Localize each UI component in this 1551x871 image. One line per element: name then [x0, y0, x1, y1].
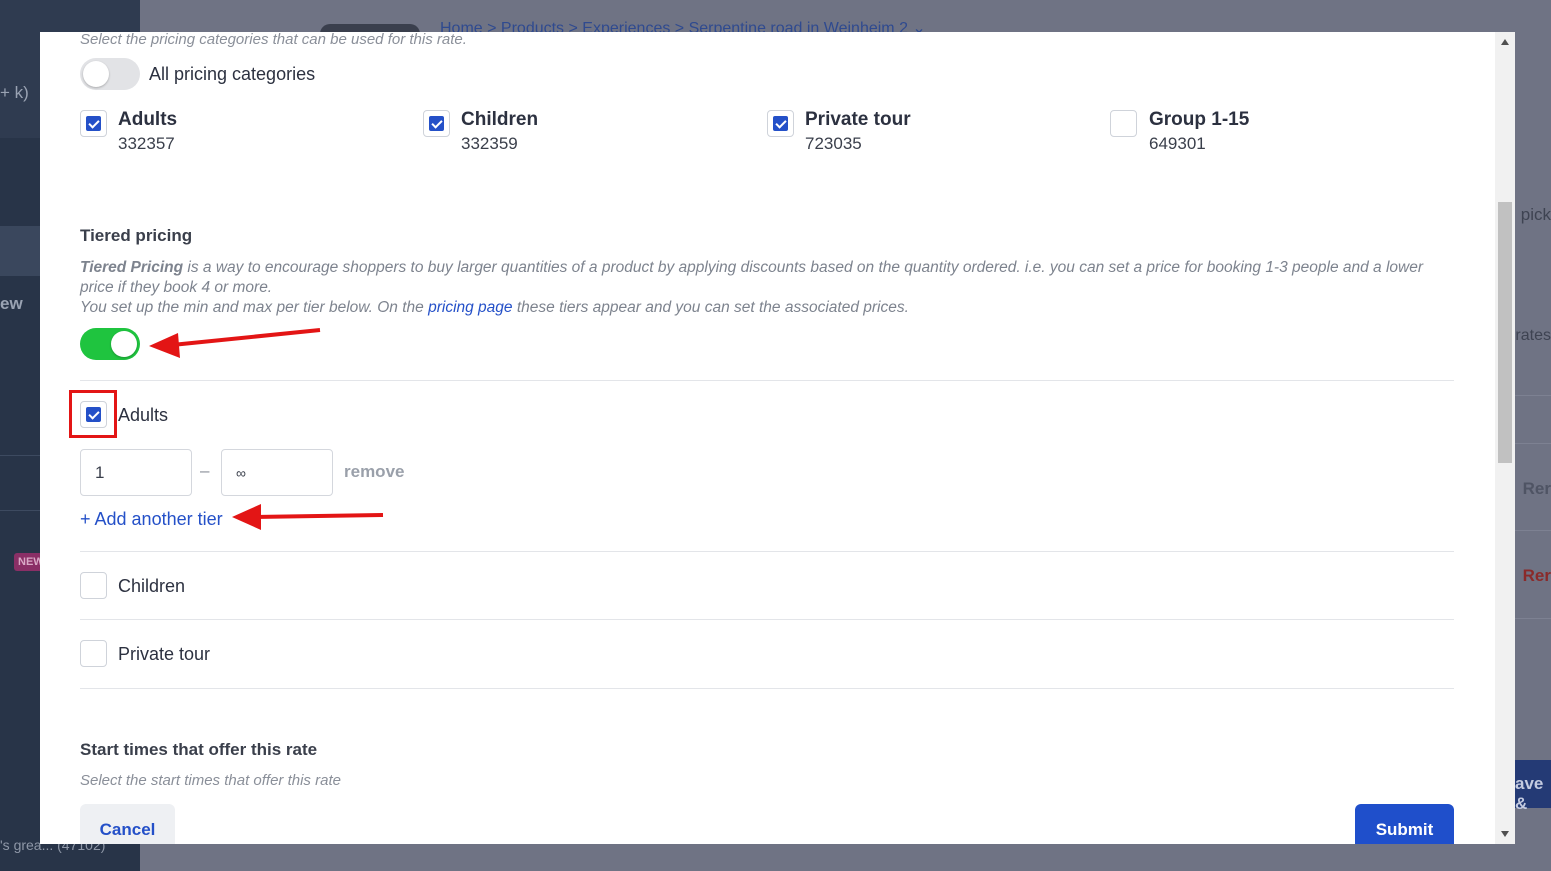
scroll-up-icon[interactable] — [1501, 39, 1509, 45]
annotation-arrows — [149, 328, 384, 530]
divider — [80, 380, 1454, 381]
start-times-hint: Select the start times that offer this r… — [80, 772, 341, 789]
scrollbar-thumb[interactable] — [1498, 202, 1512, 463]
tier-min-input[interactable]: 1 — [80, 449, 192, 496]
bg-divider — [1515, 618, 1551, 619]
check-icon — [773, 116, 788, 131]
category-id: 332357 — [118, 134, 175, 153]
add-another-tier-link[interactable]: + Add another tier — [80, 509, 223, 530]
check-icon — [429, 116, 444, 131]
tiered-pricing-toggle[interactable] — [80, 328, 140, 360]
tiered-pricing-bold: Tiered Pricing — [80, 259, 184, 276]
category-checkbox-children[interactable] — [423, 110, 450, 137]
annotation-highlight-box — [69, 390, 117, 438]
start-times-title: Start times that offer this rate — [80, 740, 318, 759]
all-categories-label: All pricing categories — [149, 64, 316, 84]
pricing-page-link[interactable]: pricing page — [428, 299, 512, 316]
bg-divider — [1515, 530, 1551, 531]
category-name: Children — [461, 109, 539, 130]
desc-line2a: You set up the min and max per tier belo… — [80, 299, 429, 316]
tiered-pricing-description: Tiered Pricing is a way to encourage sho… — [80, 258, 1455, 318]
divider — [80, 688, 1454, 689]
bg-divider — [1515, 443, 1551, 444]
tiered-pricing-title: Tiered pricing — [80, 226, 193, 245]
sidebar-shortcut-text: + k) — [0, 83, 29, 102]
annotation-arrow-toggle — [149, 328, 321, 358]
bg-rates-fragment: rates — [1515, 327, 1551, 344]
tier-range-dash: – — [200, 461, 210, 480]
scroll-down-icon[interactable] — [1501, 831, 1509, 837]
category-checkbox-private-tour[interactable] — [767, 110, 794, 137]
category-id: 332359 — [461, 134, 518, 153]
category-checkbox-group[interactable] — [1110, 110, 1137, 137]
bg-save-button: ave & — [1511, 760, 1551, 813]
sidebar-item-fragment: ew — [0, 294, 23, 313]
category-name: Adults — [118, 109, 178, 130]
tier-max-input[interactable]: ∞ — [221, 449, 333, 496]
submit-button[interactable]: Submit — [1355, 804, 1454, 844]
category-checkbox-adults[interactable] — [80, 110, 107, 137]
tier-checkbox-children[interactable] — [80, 572, 107, 599]
tier-group-label: Children — [118, 576, 186, 596]
bg-pick-fragment: pick — [1520, 205, 1551, 224]
modal-scrollbar[interactable] — [1495, 32, 1515, 844]
bg-divider — [1515, 395, 1551, 396]
pricing-categories-hint: Select the pricing categories that can b… — [80, 32, 467, 48]
tier-group-label: Adults — [118, 405, 169, 425]
category-name: Private tour — [805, 109, 911, 130]
tier-group-label: Private tour — [118, 644, 211, 664]
tier-checkbox-private-tour[interactable] — [80, 640, 107, 667]
category-name: Group 1-15 — [1149, 109, 1250, 130]
category-id: 723035 — [805, 134, 862, 153]
bg-remove-fragment-red: Rer — [1522, 566, 1551, 585]
desc-line1: is a way to encourage shoppers to buy la… — [80, 259, 1424, 296]
remove-tier-link[interactable]: remove — [344, 462, 404, 482]
desc-line2b: these tiers appear and you can set the a… — [512, 299, 909, 316]
rate-modal: Select the pricing categories that can b… — [40, 32, 1515, 844]
annotation-arrow-add-tier — [232, 504, 384, 530]
all-categories-toggle[interactable] — [80, 58, 140, 90]
bg-remove-fragment: Rer — [1522, 479, 1551, 498]
check-icon — [86, 116, 101, 131]
divider — [80, 551, 1454, 552]
modal-content: Select the pricing categories that can b… — [40, 32, 1495, 844]
divider — [80, 619, 1454, 620]
cancel-button[interactable]: Cancel — [80, 804, 175, 844]
toggle-knob — [111, 331, 137, 357]
category-id: 649301 — [1149, 134, 1206, 153]
toggle-knob — [83, 61, 109, 87]
